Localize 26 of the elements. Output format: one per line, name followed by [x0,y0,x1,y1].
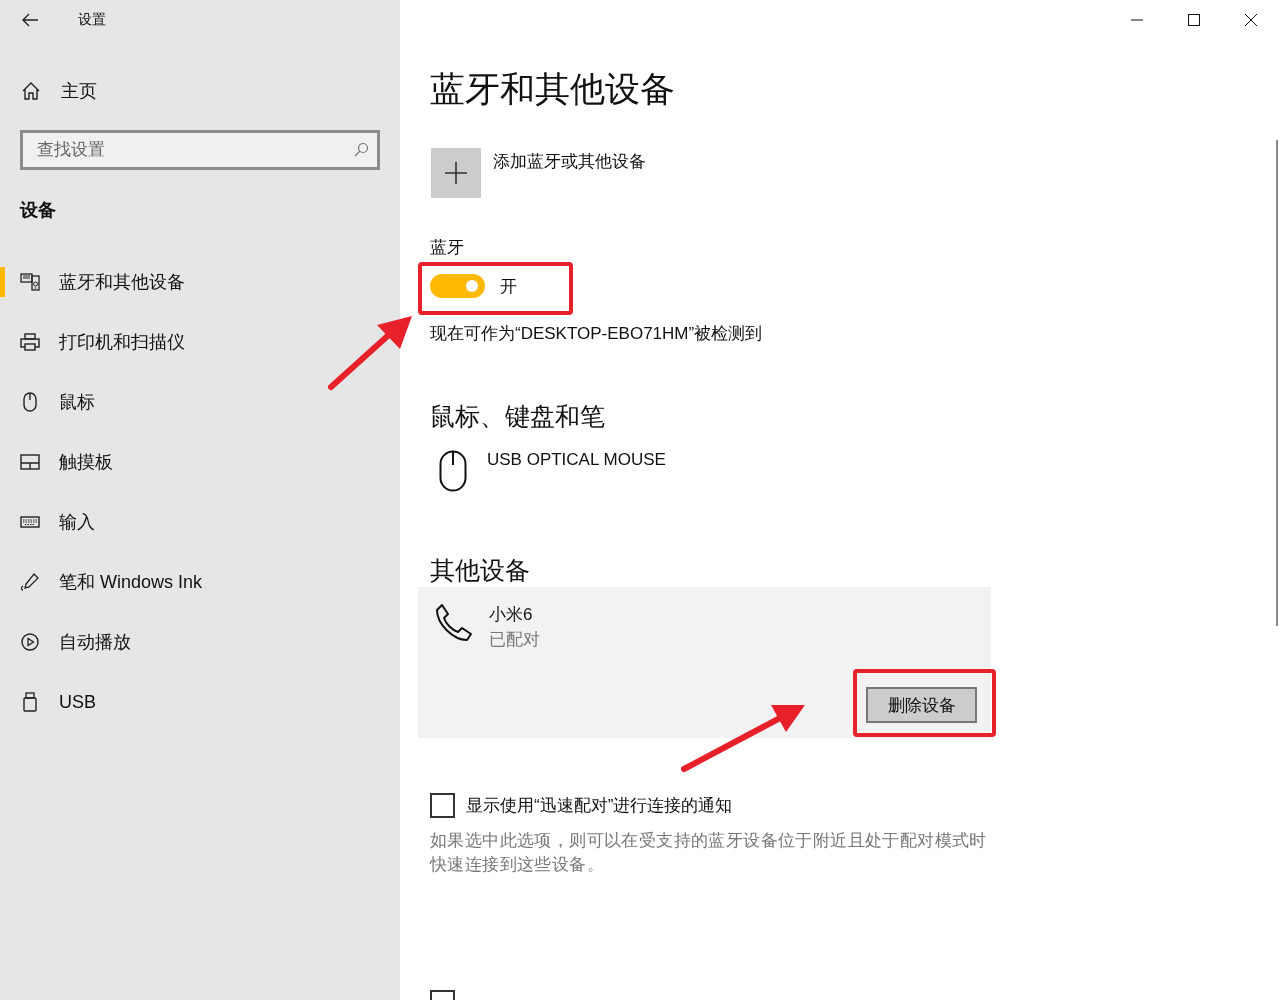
sidebar-item[interactable]: 自动播放 [59,630,131,654]
add-device-link[interactable]: 添加蓝牙或其他设备 [493,150,646,173]
device-card[interactable]: 小米6 已配对 删除设备 [418,587,991,738]
sidebar-item[interactable]: 输入 [59,510,95,534]
home-link[interactable]: 主页 [61,79,97,103]
checkbox-label: 显示使用“迅速配对”进行连接的通知 [466,795,733,817]
device-status: 已配对 [489,629,540,651]
checkbox-description: 如果选中此选项，则可以在受支持的蓝牙设备位于附近且处于配对模式时快速连接到这些设备。 [430,830,988,876]
sidebar-item[interactable]: 鼠标 [59,390,95,414]
sidebar-item[interactable]: 触摸板 [59,450,113,474]
section-heading: 其他设备 [430,555,531,586]
discoverable-text: 现在可作为“DESKTOP-EBO71HM”被检测到 [430,323,764,345]
device-name: USB OPTICAL MOUSE [487,450,666,470]
section-heading: 鼠标、键盘和笔 [430,401,606,432]
window-title: 设置 [78,11,106,29]
sidebar-item[interactable]: 蓝牙和其他设备 [59,270,185,294]
search-field[interactable]: 查找设置 [20,130,380,170]
toggle-state: 开 [500,275,517,298]
device-name: 小米6 [489,604,534,626]
section-heading: 设备 [18,199,57,222]
sidebar-item[interactable]: 笔和 Windows Ink [59,570,203,594]
remove-device-button[interactable]: 删除设备 [866,687,977,723]
page-title: 蓝牙和其他设备 [430,68,676,110]
bluetooth-label: 蓝牙 [430,237,465,259]
sidebar-item[interactable]: 打印机和扫描仪 [59,330,185,354]
sidebar-item[interactable]: USB [59,691,96,713]
